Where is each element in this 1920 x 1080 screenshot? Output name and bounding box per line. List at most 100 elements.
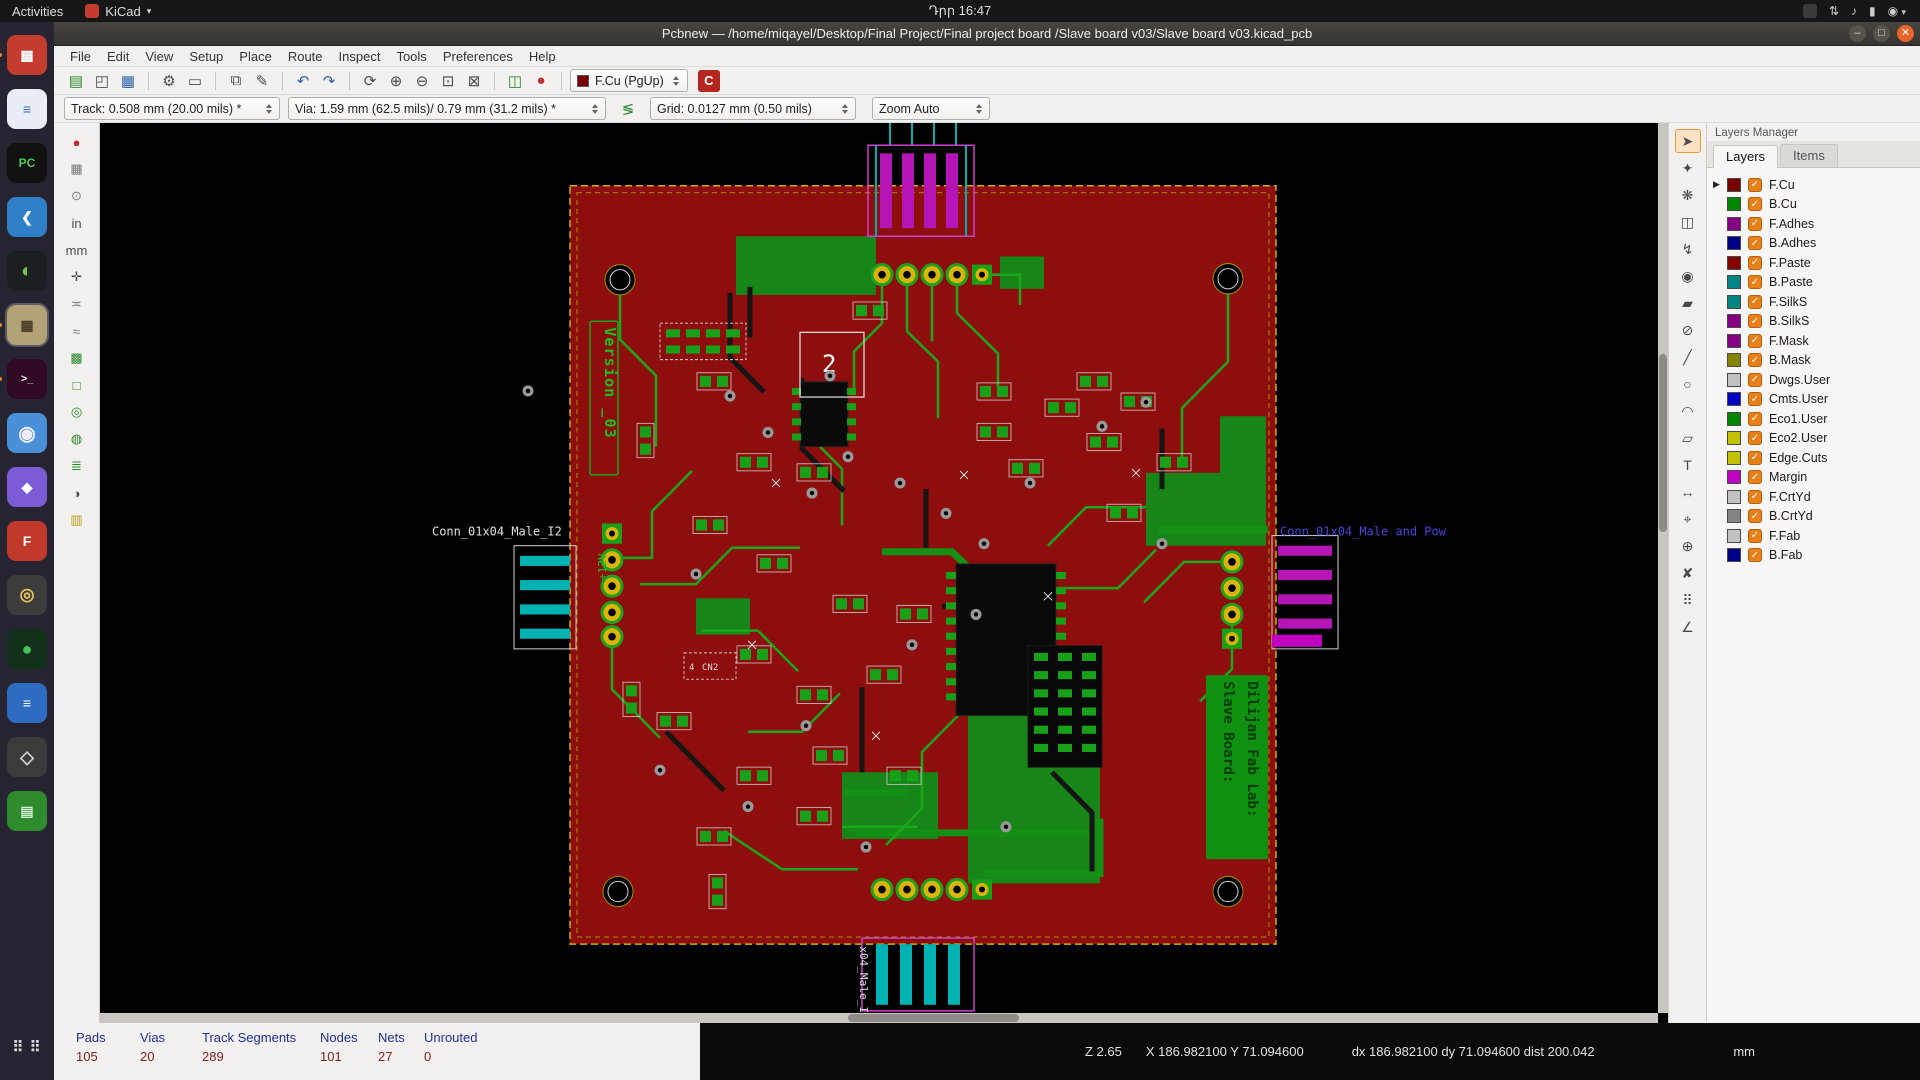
horizontal-scrollbar[interactable] [100,1013,1658,1023]
dock-screenshot-icon[interactable]: ◎ [7,575,47,615]
route-tracks-icon[interactable]: ↯ [1675,237,1701,261]
layer-visibility-checkbox[interactable] [1748,528,1762,543]
kicad-logo-icon[interactable]: C [697,69,720,92]
refresh-view-icon[interactable]: ⟳ [358,70,382,92]
units-inches-icon[interactable]: in [65,212,89,234]
draw-arc-icon[interactable]: ◠ [1675,399,1701,423]
zone-display-outline-icon[interactable]: □ [65,374,89,396]
layer-row-bfab[interactable]: B.Fab [1711,547,1916,564]
layer-color-swatch[interactable] [1727,314,1741,328]
close-button[interactable]: ✕ [1897,25,1914,42]
dock-vscode-icon[interactable]: ❮ [7,197,47,237]
layer-visibility-checkbox[interactable] [1748,509,1762,523]
layer-visibility-checkbox[interactable] [1748,431,1762,445]
horizontal-scrollbar-handle[interactable] [847,1014,1020,1022]
layer-visibility-checkbox[interactable] [1748,489,1762,504]
layer-color-swatch[interactable] [1727,236,1741,250]
dock-document-icon[interactable]: ≡ [7,89,47,129]
layer-visibility-checkbox[interactable] [1748,411,1762,426]
maximize-button[interactable]: □ [1873,25,1890,42]
layer-color-swatch[interactable] [1727,275,1741,289]
tray-app-icon[interactable] [1802,4,1817,18]
spinner-icon[interactable] [672,75,681,86]
zoom-selection-icon[interactable]: ⊠ [462,70,486,92]
dock-purple-app-icon[interactable]: ◆ [7,467,47,507]
layer-color-swatch[interactable] [1727,548,1741,562]
spinner-icon[interactable] [590,103,599,114]
layer-row-fcu[interactable]: F.Cu [1711,176,1916,193]
ratsnest-visibility-icon[interactable]: ≍ [65,293,89,315]
draw-circle-icon[interactable]: ○ [1675,372,1701,396]
dimension-icon[interactable]: ↔ [1675,480,1701,504]
layer-color-swatch[interactable] [1727,255,1741,270]
layer-visibility-checkbox[interactable] [1748,314,1762,328]
layer-row-fsilks[interactable]: F.SilkS [1711,293,1916,310]
layer-color-swatch[interactable] [1727,353,1741,367]
menu-view[interactable]: View [137,46,181,66]
dock-terminal-icon[interactable]: >_ [0,359,47,399]
local-ratsnest-icon[interactable]: ❋ [1675,183,1701,207]
spinner-icon[interactable] [264,103,273,114]
layer-row-bcu[interactable]: B.Cu [1711,196,1916,213]
print-icon[interactable]: ⧉ [224,70,248,92]
layer-row-ffab[interactable]: F.Fab [1711,527,1916,544]
layer-visibility-checkbox[interactable] [1748,353,1762,367]
layer-visibility-checkbox[interactable] [1748,177,1762,192]
menu-edit[interactable]: Edit [99,46,137,66]
layer-row-margin[interactable]: Margin [1711,469,1916,486]
menu-setup[interactable]: Setup [181,46,231,66]
place-text-icon[interactable]: T [1675,453,1701,477]
layer-row-fpaste[interactable]: F.Paste [1711,254,1916,271]
menu-tools[interactable]: Tools [388,46,434,66]
layer-color-swatch[interactable] [1727,333,1741,348]
ratsnest-curved-icon[interactable]: ≈ [65,320,89,342]
place-footprint-icon[interactable]: ◫ [1675,210,1701,234]
tab-items[interactable]: Items [1780,144,1838,167]
dock-pcbnew-icon[interactable]: ▦ [0,303,49,347]
drill-origin-icon[interactable]: ⊕ [1675,534,1701,558]
pads-sketch-icon[interactable]: ◎ [65,401,89,423]
network-icon[interactable]: ⇅ [1829,4,1839,18]
layer-row-bcrtyd[interactable]: B.CrtYd [1711,508,1916,525]
layer-row-fmask[interactable]: F.Mask [1711,332,1916,349]
page-settings-icon[interactable]: ▭ [183,70,207,92]
tracks-sketch-icon[interactable]: ≣ [65,455,89,477]
dock-inkscape-icon[interactable]: ◇ [7,737,47,777]
select-tool-icon[interactable]: ➤ [1674,129,1701,153]
pcb-canvas[interactable]: 2 Version _03 Slave Board: Dilijan Fab L… [100,123,1668,1023]
layer-color-swatch[interactable] [1727,294,1741,309]
save-board-icon[interactable]: ▦ [116,70,140,92]
cursor-shape-icon[interactable]: ✛ [65,266,89,288]
polar-coords-icon[interactable]: ⊙ [65,185,89,207]
keepout-area-icon[interactable]: ⊘ [1675,318,1701,342]
layer-row-cmts[interactable]: Cmts.User [1711,391,1916,408]
highlight-net-icon[interactable]: ✦ [1675,156,1701,180]
minimize-button[interactable]: – [1849,25,1866,42]
measure-tool-icon[interactable]: ∠ [1675,615,1701,639]
dock-blue-app-icon[interactable]: ≡ [7,683,47,723]
menu-place[interactable]: Place [231,46,280,66]
layer-visibility-checkbox[interactable] [1748,255,1762,270]
layer-visibility-checkbox[interactable] [1748,470,1762,484]
titlebar[interactable]: Pcbnew — /home/miqayel/Desktop/Final Pro… [54,22,1920,46]
zoom-selector[interactable]: Zoom Auto [872,97,990,120]
zoom-in-icon[interactable]: ⊕ [384,70,408,92]
place-target-icon[interactable]: ⌖ [1675,507,1701,531]
activities-button[interactable]: Activities [0,4,75,19]
menu-preferences[interactable]: Preferences [435,46,521,66]
dock-eclipse-icon[interactable]: ◐ [7,251,47,291]
layer-row-fadhes[interactable]: F.Adhes [1711,215,1916,232]
layer-color-swatch[interactable] [1727,509,1741,523]
menu-route[interactable]: Route [280,46,331,66]
drc-bug-icon[interactable]: ● [65,131,89,153]
redo-icon[interactable]: ↷ [317,70,341,92]
layer-row-dwgs[interactable]: Dwgs.User [1711,371,1916,388]
tab-layers[interactable]: Layers [1713,145,1779,168]
dock-chromium-icon[interactable]: ◉ [7,413,47,453]
grid-visibility-icon[interactable]: ▦ [65,158,89,180]
layer-visibility-checkbox[interactable] [1748,333,1762,348]
footprint-editor-icon[interactable]: ◫ [503,70,527,92]
draw-polygon-icon[interactable]: ▱ [1675,426,1701,450]
menu-inspect[interactable]: Inspect [331,46,389,66]
drc-check-icon[interactable]: ● [529,70,553,92]
